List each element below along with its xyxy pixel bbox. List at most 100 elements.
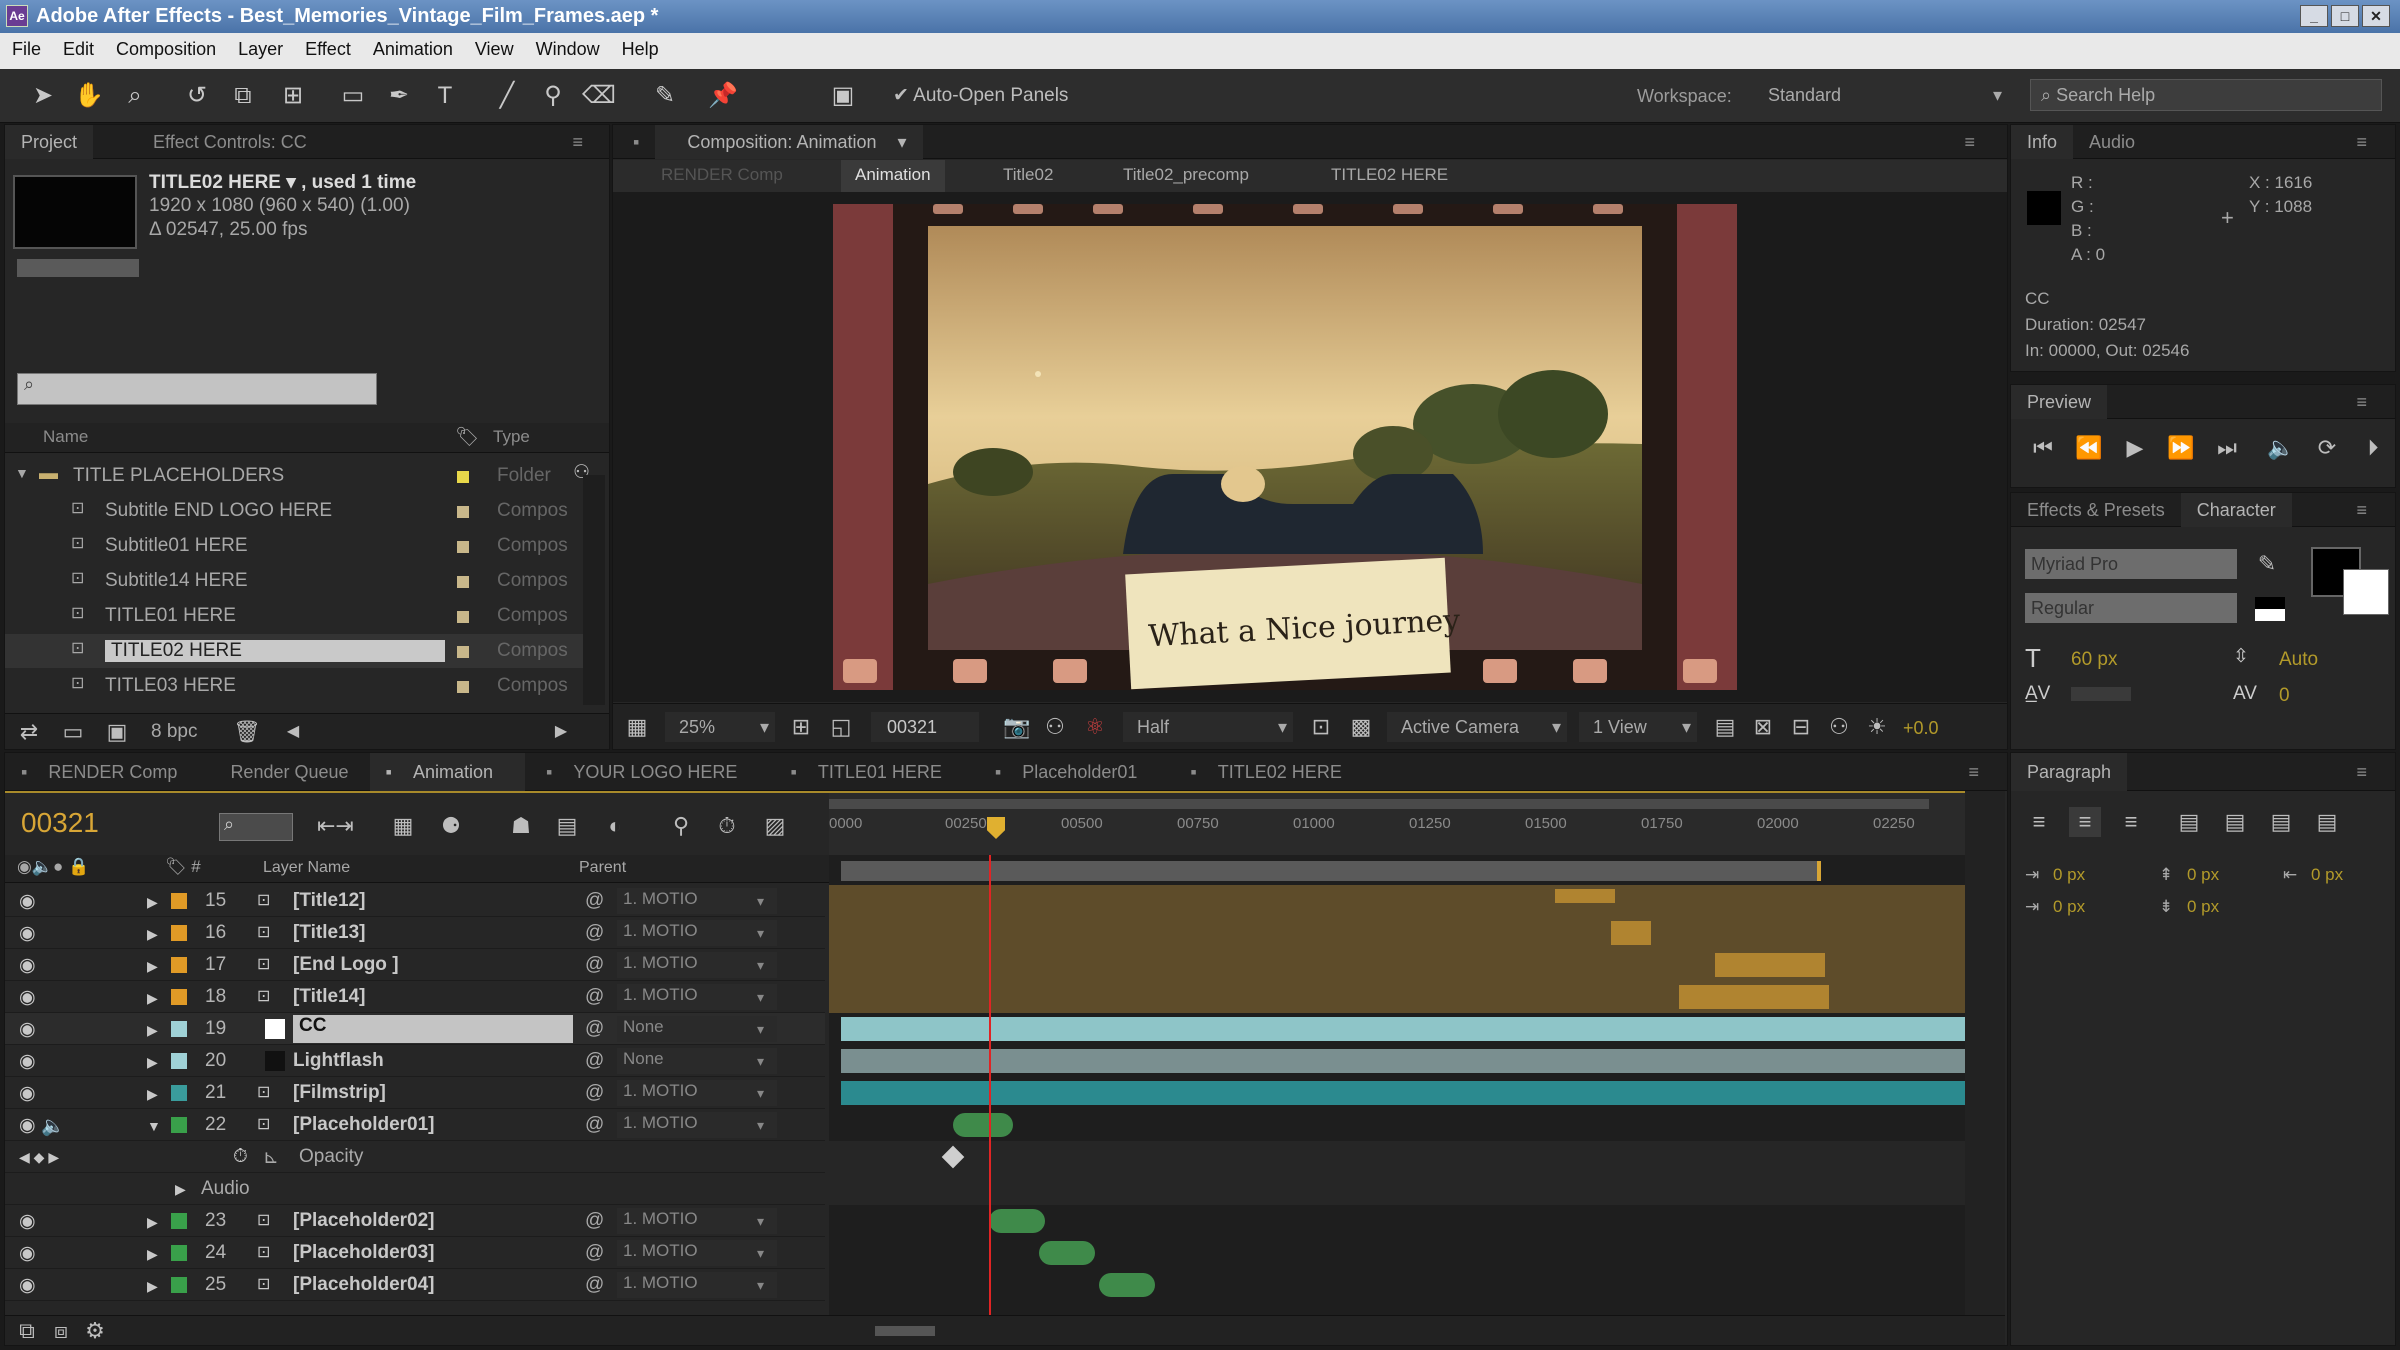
eye-icon[interactable]: ◉ <box>19 1114 36 1137</box>
clone-stamp-tool-icon[interactable]: ⚲ <box>536 79 570 113</box>
label-color-swatch[interactable] <box>457 541 469 553</box>
project-item[interactable]: ⊡ TITLE03 HERE Compos <box>5 669 583 703</box>
panel-menu-icon[interactable]: ≡ <box>2340 385 2383 419</box>
snapshot-icon[interactable]: 📷 <box>1001 712 1033 742</box>
disclosure-triangle-icon[interactable]: ▼ <box>15 465 29 481</box>
new-composition-icon[interactable]: ▣ <box>101 717 133 747</box>
minimize-button[interactable]: _ <box>2300 5 2328 27</box>
kerning-field[interactable] <box>2071 687 2131 701</box>
bit-depth-label[interactable]: 8 bpc <box>151 721 197 743</box>
indent-left-value[interactable]: 0 px <box>2053 865 2085 885</box>
pick-whip-icon[interactable]: @ <box>585 986 604 1008</box>
layer-duration-bar[interactable] <box>841 1081 1965 1105</box>
local-axis-icon[interactable]: ▣ <box>826 79 860 113</box>
graph-editor-icon[interactable]: ▨ <box>759 811 791 841</box>
pick-whip-icon[interactable]: @ <box>585 1114 604 1136</box>
column-parent[interactable]: Parent <box>579 859 626 877</box>
project-item[interactable]: ⊡ Subtitle14 HERE Compos <box>5 564 583 598</box>
eye-icon[interactable]: ◉ <box>19 1082 36 1105</box>
eye-icon[interactable]: ◉ <box>19 890 36 913</box>
pick-whip-icon[interactable]: @ <box>585 954 604 976</box>
layer-label-color[interactable] <box>171 1245 187 1261</box>
brainstorm-icon[interactable]: ⚲ <box>665 811 697 841</box>
zoom-tool-icon[interactable]: ⌕ <box>118 79 152 113</box>
layer-duration-bar[interactable] <box>841 1017 1965 1041</box>
layer-duration-bar[interactable] <box>1611 921 1651 945</box>
layer-name[interactable]: [Filmstrip] <box>293 1082 386 1104</box>
menu-composition[interactable]: Composition <box>104 33 226 60</box>
layer-label-color[interactable] <box>171 1277 187 1293</box>
camera-view-select[interactable]: Active Camera ▾ <box>1387 712 1567 742</box>
layer-row[interactable]: ◉ ▶ 20 Lightflash @ None ▾ <box>5 1045 825 1077</box>
project-item[interactable]: ⊡ TITLE01 HERE Compos <box>5 599 583 633</box>
project-item-name[interactable]: TITLE02 HERE ▾ , used 1 time <box>149 171 416 194</box>
first-line-indent-value[interactable]: 0 px <box>2053 897 2085 917</box>
transparency-grid-icon[interactable]: ▩ <box>1345 712 1377 742</box>
pick-whip-icon[interactable]: @ <box>585 1242 604 1264</box>
eye-icon[interactable]: ◉ <box>19 1018 36 1041</box>
layer-row[interactable]: ◉ ▶ 21 ⊡ [Filmstrip] @1. MOTIO ▾ <box>5 1077 825 1109</box>
menu-view[interactable]: View <box>463 33 524 60</box>
panel-menu-icon[interactable]: ≡ <box>2340 753 2383 791</box>
align-center-icon[interactable]: ≡ <box>2069 807 2101 837</box>
eyedropper-icon[interactable]: ✎ <box>2251 549 2283 579</box>
justify-all-icon[interactable]: ▤ <box>2311 807 2343 837</box>
timeline-vertical-scrollbar[interactable] <box>1965 791 2005 1315</box>
title-safe-icon[interactable]: ⊞ <box>785 712 817 742</box>
pan-behind-tool-icon[interactable]: ⊞ <box>276 79 310 113</box>
panel-menu-icon[interactable]: ≡ <box>1952 753 1995 791</box>
timeline-current-time[interactable]: 00321 <box>21 807 99 839</box>
new-folder-icon[interactable]: ▭ <box>57 717 89 747</box>
leading-value[interactable]: Auto <box>2279 649 2318 671</box>
crumb-title02-precomp[interactable]: Title02_precomp <box>1123 165 1249 185</box>
label-color-swatch[interactable] <box>457 681 469 693</box>
layer-row[interactable]: ◉ ▶ 23 ⊡ [Placeholder02] @1. MOTIO ▾ <box>5 1205 825 1237</box>
frame-blending-icon[interactable]: ▤ <box>551 811 583 841</box>
layer-duration-bar[interactable] <box>953 1113 1013 1137</box>
pick-whip-icon[interactable]: @ <box>585 922 604 944</box>
pick-whip-icon[interactable]: @ <box>585 1210 604 1232</box>
mask-visibility-icon[interactable]: ◱ <box>825 712 857 742</box>
space-after-value[interactable]: 0 px <box>2187 897 2219 917</box>
pick-whip-icon[interactable]: @ <box>585 1274 604 1296</box>
project-search-input[interactable]: ⌕ <box>17 373 377 405</box>
crumb-render-comp[interactable]: RENDER Comp <box>661 165 783 185</box>
layer-label-color[interactable] <box>171 1117 187 1133</box>
puppet-pin-tool-icon[interactable]: 📌 <box>706 79 740 113</box>
label-color-swatch[interactable] <box>457 611 469 623</box>
maximize-button[interactable]: □ <box>2331 5 2359 27</box>
layer-label-color[interactable] <box>171 957 187 973</box>
stopwatch-icon[interactable]: ⏱ <box>233 1146 248 1168</box>
font-family-select[interactable]: Myriad Pro <box>2025 549 2237 579</box>
current-time-field[interactable]: 00321 <box>871 712 979 742</box>
layer-duration-bar[interactable] <box>841 1049 1965 1073</box>
justify-last-left-icon[interactable]: ▤ <box>2173 807 2205 837</box>
interpret-footage-icon[interactable]: ⇄ <box>13 717 45 747</box>
tab-audio[interactable]: Audio <box>2073 125 2151 159</box>
layer-name[interactable]: Lightflash <box>293 1050 384 1072</box>
tracking-value[interactable]: 0 <box>2279 685 2290 707</box>
rectangle-tool-icon[interactable]: ▭ <box>336 79 370 113</box>
tab-title02-here[interactable]: ▪ TITLE02 HERE <box>1174 753 1373 791</box>
black-swatch[interactable] <box>2255 597 2285 609</box>
region-of-interest-icon[interactable]: ⊡ <box>1305 712 1337 742</box>
camera-tool-icon[interactable]: ⧉ <box>226 79 260 113</box>
pick-whip-icon[interactable]: @ <box>585 890 604 912</box>
timeline-toggle-icon[interactable]: ⊟ <box>1785 712 1817 742</box>
hand-tool-icon[interactable]: ✋ <box>72 79 106 113</box>
always-preview-icon[interactable]: ▦ <box>621 712 653 742</box>
parent-select[interactable]: 1. MOTIO <box>617 1240 777 1266</box>
disclosure-triangle-icon[interactable]: ▼ <box>147 1118 161 1134</box>
eye-icon[interactable]: ◉ <box>19 1274 36 1297</box>
layer-label-color[interactable] <box>171 1213 187 1229</box>
crumb-title02[interactable]: Title02 <box>1003 165 1053 185</box>
brush-tool-icon[interactable]: ╱ <box>490 79 524 113</box>
white-swatch[interactable] <box>2255 609 2285 621</box>
layer-name[interactable]: [Placeholder04] <box>293 1274 435 1296</box>
layer-name[interactable]: [Title13] <box>293 922 366 944</box>
layer-label-color[interactable] <box>171 1053 187 1069</box>
layer-name[interactable]: CC <box>293 1015 573 1043</box>
layer-row[interactable]: ◉ ▶ 19 CC @ None ▾ <box>5 1013 825 1045</box>
panel-menu-icon[interactable]: ≡ <box>1948 125 1991 159</box>
show-snapshot-icon[interactable]: ⚇ <box>1039 712 1071 742</box>
